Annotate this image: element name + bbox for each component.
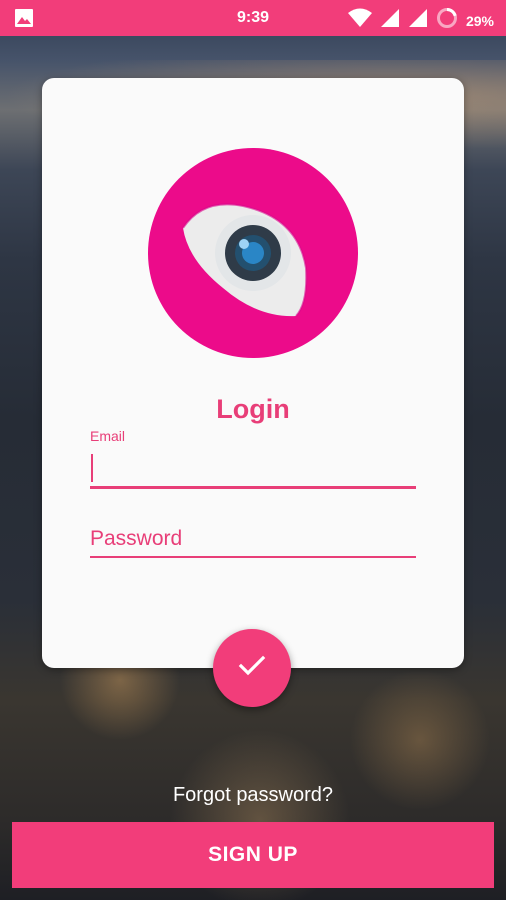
checkmark-icon [238, 655, 266, 682]
signal-icon [408, 8, 428, 33]
login-title: Login [216, 394, 290, 424]
eye-logo-icon [148, 148, 358, 358]
signal-icon [380, 8, 400, 33]
status-bar: 9:39 29% [0, 0, 506, 36]
battery-percent: 29% [465, 12, 494, 29]
forgot-password-link[interactable]: Forgot password? [0, 784, 506, 807]
wifi-icon [347, 8, 372, 33]
password-field[interactable]: Password [90, 522, 416, 558]
battery-icon [436, 7, 458, 34]
login-submit-button[interactable] [213, 629, 291, 707]
login-card: Login Email Password [42, 78, 464, 668]
email-field[interactable] [90, 450, 416, 489]
email-label: Email [90, 428, 126, 444]
password-placeholder: Password [90, 527, 183, 550]
sign-up-label: SIGN UP [208, 843, 298, 866]
text-cursor [91, 454, 93, 482]
sign-up-button[interactable]: SIGN UP [12, 822, 494, 888]
